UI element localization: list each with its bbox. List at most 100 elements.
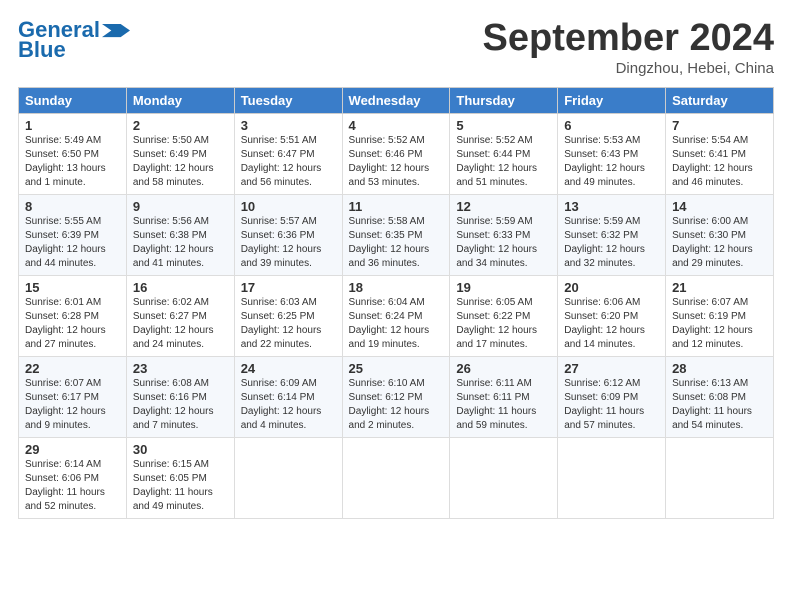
day-number: 9 bbox=[133, 199, 228, 214]
calendar-cell: 4Sunrise: 5:52 AM Sunset: 6:46 PM Daylig… bbox=[342, 113, 450, 194]
month-title: September 2024 bbox=[483, 18, 775, 60]
calendar-cell: 2Sunrise: 5:50 AM Sunset: 6:49 PM Daylig… bbox=[126, 113, 234, 194]
day-number: 20 bbox=[564, 280, 659, 295]
calendar-cell: 19Sunrise: 6:05 AM Sunset: 6:22 PM Dayli… bbox=[450, 275, 558, 356]
day-number: 16 bbox=[133, 280, 228, 295]
day-number: 27 bbox=[564, 361, 659, 376]
day-number: 22 bbox=[25, 361, 120, 376]
calendar-cell: 20Sunrise: 6:06 AM Sunset: 6:20 PM Dayli… bbox=[558, 275, 666, 356]
weekday-header: Tuesday bbox=[234, 87, 342, 113]
weekday-header: Friday bbox=[558, 87, 666, 113]
day-number: 19 bbox=[456, 280, 551, 295]
cell-detail: Sunrise: 6:01 AM Sunset: 6:28 PM Dayligh… bbox=[25, 296, 120, 352]
cell-detail: Sunrise: 6:11 AM Sunset: 6:11 PM Dayligh… bbox=[456, 377, 551, 433]
calendar-cell: 17Sunrise: 6:03 AM Sunset: 6:25 PM Dayli… bbox=[234, 275, 342, 356]
calendar-cell bbox=[666, 437, 774, 518]
day-number: 24 bbox=[241, 361, 336, 376]
calendar-cell: 10Sunrise: 5:57 AM Sunset: 6:36 PM Dayli… bbox=[234, 194, 342, 275]
day-number: 6 bbox=[564, 118, 659, 133]
calendar-cell: 14Sunrise: 6:00 AM Sunset: 6:30 PM Dayli… bbox=[666, 194, 774, 275]
calendar-week-row: 22Sunrise: 6:07 AM Sunset: 6:17 PM Dayli… bbox=[19, 356, 774, 437]
day-number: 17 bbox=[241, 280, 336, 295]
cell-detail: Sunrise: 5:57 AM Sunset: 6:36 PM Dayligh… bbox=[241, 215, 336, 271]
cell-detail: Sunrise: 6:13 AM Sunset: 6:08 PM Dayligh… bbox=[672, 377, 767, 433]
day-number: 21 bbox=[672, 280, 767, 295]
weekday-header: Saturday bbox=[666, 87, 774, 113]
calendar-week-row: 8Sunrise: 5:55 AM Sunset: 6:39 PM Daylig… bbox=[19, 194, 774, 275]
day-number: 2 bbox=[133, 118, 228, 133]
calendar-cell: 6Sunrise: 5:53 AM Sunset: 6:43 PM Daylig… bbox=[558, 113, 666, 194]
day-number: 13 bbox=[564, 199, 659, 214]
logo-blue-text: Blue bbox=[18, 38, 66, 62]
day-number: 10 bbox=[241, 199, 336, 214]
day-number: 4 bbox=[349, 118, 444, 133]
cell-detail: Sunrise: 6:00 AM Sunset: 6:30 PM Dayligh… bbox=[672, 215, 767, 271]
weekday-header: Wednesday bbox=[342, 87, 450, 113]
day-number: 7 bbox=[672, 118, 767, 133]
day-number: 25 bbox=[349, 361, 444, 376]
calendar-cell: 24Sunrise: 6:09 AM Sunset: 6:14 PM Dayli… bbox=[234, 356, 342, 437]
cell-detail: Sunrise: 6:07 AM Sunset: 6:17 PM Dayligh… bbox=[25, 377, 120, 433]
logo-icon bbox=[102, 24, 130, 38]
cell-detail: Sunrise: 5:49 AM Sunset: 6:50 PM Dayligh… bbox=[25, 134, 120, 190]
weekday-header: Sunday bbox=[19, 87, 127, 113]
day-number: 26 bbox=[456, 361, 551, 376]
day-number: 29 bbox=[25, 442, 120, 457]
calendar-cell: 15Sunrise: 6:01 AM Sunset: 6:28 PM Dayli… bbox=[19, 275, 127, 356]
calendar-cell bbox=[450, 437, 558, 518]
day-number: 8 bbox=[25, 199, 120, 214]
location: Dingzhou, Hebei, China bbox=[483, 60, 775, 77]
cell-detail: Sunrise: 5:53 AM Sunset: 6:43 PM Dayligh… bbox=[564, 134, 659, 190]
cell-detail: Sunrise: 5:54 AM Sunset: 6:41 PM Dayligh… bbox=[672, 134, 767, 190]
cell-detail: Sunrise: 6:04 AM Sunset: 6:24 PM Dayligh… bbox=[349, 296, 444, 352]
day-number: 30 bbox=[133, 442, 228, 457]
title-block: September 2024 Dingzhou, Hebei, China bbox=[483, 18, 775, 77]
cell-detail: Sunrise: 6:14 AM Sunset: 6:06 PM Dayligh… bbox=[25, 458, 120, 514]
calendar-cell: 8Sunrise: 5:55 AM Sunset: 6:39 PM Daylig… bbox=[19, 194, 127, 275]
calendar-cell: 9Sunrise: 5:56 AM Sunset: 6:38 PM Daylig… bbox=[126, 194, 234, 275]
calendar-cell: 12Sunrise: 5:59 AM Sunset: 6:33 PM Dayli… bbox=[450, 194, 558, 275]
cell-detail: Sunrise: 6:09 AM Sunset: 6:14 PM Dayligh… bbox=[241, 377, 336, 433]
calendar-cell: 1Sunrise: 5:49 AM Sunset: 6:50 PM Daylig… bbox=[19, 113, 127, 194]
logo: General Blue bbox=[18, 18, 130, 62]
calendar-cell bbox=[342, 437, 450, 518]
cell-detail: Sunrise: 6:02 AM Sunset: 6:27 PM Dayligh… bbox=[133, 296, 228, 352]
calendar-cell: 16Sunrise: 6:02 AM Sunset: 6:27 PM Dayli… bbox=[126, 275, 234, 356]
calendar-cell: 26Sunrise: 6:11 AM Sunset: 6:11 PM Dayli… bbox=[450, 356, 558, 437]
day-number: 14 bbox=[672, 199, 767, 214]
day-number: 5 bbox=[456, 118, 551, 133]
day-number: 3 bbox=[241, 118, 336, 133]
calendar-cell: 25Sunrise: 6:10 AM Sunset: 6:12 PM Dayli… bbox=[342, 356, 450, 437]
calendar-cell: 30Sunrise: 6:15 AM Sunset: 6:05 PM Dayli… bbox=[126, 437, 234, 518]
cell-detail: Sunrise: 6:06 AM Sunset: 6:20 PM Dayligh… bbox=[564, 296, 659, 352]
cell-detail: Sunrise: 6:07 AM Sunset: 6:19 PM Dayligh… bbox=[672, 296, 767, 352]
weekday-header: Monday bbox=[126, 87, 234, 113]
cell-detail: Sunrise: 5:52 AM Sunset: 6:46 PM Dayligh… bbox=[349, 134, 444, 190]
cell-detail: Sunrise: 6:08 AM Sunset: 6:16 PM Dayligh… bbox=[133, 377, 228, 433]
calendar-cell: 22Sunrise: 6:07 AM Sunset: 6:17 PM Dayli… bbox=[19, 356, 127, 437]
calendar-week-row: 15Sunrise: 6:01 AM Sunset: 6:28 PM Dayli… bbox=[19, 275, 774, 356]
day-number: 28 bbox=[672, 361, 767, 376]
calendar-cell bbox=[234, 437, 342, 518]
page-header: General Blue September 2024 Dingzhou, He… bbox=[18, 18, 774, 77]
day-number: 15 bbox=[25, 280, 120, 295]
calendar-cell: 27Sunrise: 6:12 AM Sunset: 6:09 PM Dayli… bbox=[558, 356, 666, 437]
calendar-cell: 11Sunrise: 5:58 AM Sunset: 6:35 PM Dayli… bbox=[342, 194, 450, 275]
cell-detail: Sunrise: 5:55 AM Sunset: 6:39 PM Dayligh… bbox=[25, 215, 120, 271]
calendar-cell bbox=[558, 437, 666, 518]
calendar-cell: 13Sunrise: 5:59 AM Sunset: 6:32 PM Dayli… bbox=[558, 194, 666, 275]
day-number: 12 bbox=[456, 199, 551, 214]
calendar-week-row: 29Sunrise: 6:14 AM Sunset: 6:06 PM Dayli… bbox=[19, 437, 774, 518]
cell-detail: Sunrise: 5:51 AM Sunset: 6:47 PM Dayligh… bbox=[241, 134, 336, 190]
cell-detail: Sunrise: 5:59 AM Sunset: 6:32 PM Dayligh… bbox=[564, 215, 659, 271]
day-number: 1 bbox=[25, 118, 120, 133]
cell-detail: Sunrise: 5:52 AM Sunset: 6:44 PM Dayligh… bbox=[456, 134, 551, 190]
cell-detail: Sunrise: 6:15 AM Sunset: 6:05 PM Dayligh… bbox=[133, 458, 228, 514]
page-container: General Blue September 2024 Dingzhou, He… bbox=[0, 0, 792, 529]
cell-detail: Sunrise: 5:58 AM Sunset: 6:35 PM Dayligh… bbox=[349, 215, 444, 271]
day-number: 18 bbox=[349, 280, 444, 295]
cell-detail: Sunrise: 6:05 AM Sunset: 6:22 PM Dayligh… bbox=[456, 296, 551, 352]
calendar-cell: 18Sunrise: 6:04 AM Sunset: 6:24 PM Dayli… bbox=[342, 275, 450, 356]
calendar-cell: 28Sunrise: 6:13 AM Sunset: 6:08 PM Dayli… bbox=[666, 356, 774, 437]
day-number: 23 bbox=[133, 361, 228, 376]
